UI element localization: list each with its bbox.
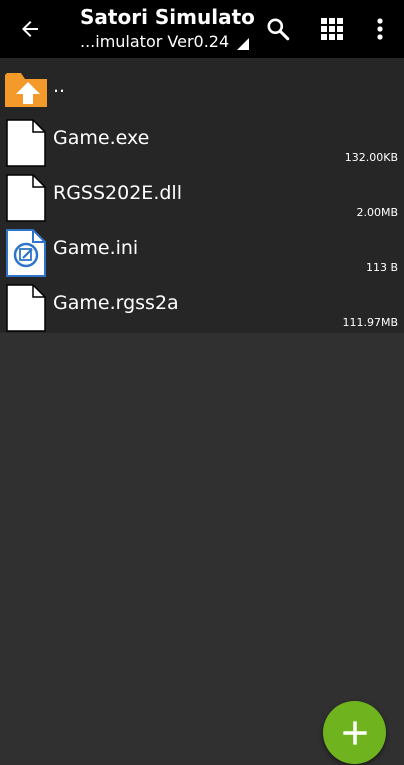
more-vertical-icon xyxy=(377,18,383,40)
folder-up-icon xyxy=(5,73,47,107)
title-block[interactable]: Satori Simulato... ...imulator Ver0.24 xyxy=(80,5,255,52)
view-mode-button[interactable] xyxy=(312,9,352,49)
file-row-parent[interactable]: .. xyxy=(0,58,404,113)
file-icon xyxy=(6,174,46,222)
plus-icon xyxy=(342,720,367,745)
file-list: .. Game.exe 132.00KB RGSS202E.dll 2.00MB… xyxy=(0,58,404,333)
file-row[interactable]: Game.ini 113 B xyxy=(0,223,404,278)
dropdown-triangle-icon xyxy=(237,38,250,50)
back-button[interactable] xyxy=(10,9,50,49)
file-row[interactable]: RGSS202E.dll 2.00MB xyxy=(0,168,404,223)
path-dropdown[interactable]: ...imulator Ver0.24 xyxy=(80,32,255,52)
more-options-button[interactable] xyxy=(360,9,400,49)
app-bar: Satori Simulato... ...imulator Ver0.24 xyxy=(0,0,404,58)
app-title: Satori Simulato... xyxy=(80,5,255,29)
search-button[interactable] xyxy=(258,9,298,49)
file-name: RGSS202E.dll xyxy=(53,182,182,204)
grid-icon xyxy=(321,18,343,40)
path-subtitle: ...imulator Ver0.24 xyxy=(80,32,230,51)
file-name: Game.ini xyxy=(53,237,139,259)
file-icon xyxy=(6,284,46,332)
file-name: Game.exe xyxy=(53,127,150,149)
ini-settings-file-icon xyxy=(6,229,46,277)
file-size: 2.00MB xyxy=(356,206,398,219)
search-icon xyxy=(267,18,290,41)
arrow-left-icon xyxy=(22,21,38,37)
add-fab-button[interactable] xyxy=(323,701,386,764)
file-size: 113 B xyxy=(365,261,398,274)
file-row[interactable]: Game.exe 132.00KB xyxy=(0,113,404,168)
file-row[interactable]: Game.rgss2a 111.97MB xyxy=(0,278,404,333)
file-icon xyxy=(6,119,46,167)
file-name: Game.rgss2a xyxy=(53,292,179,314)
file-size: 132.00KB xyxy=(344,151,398,164)
file-name: .. xyxy=(53,75,66,97)
file-size: 111.97MB xyxy=(342,316,398,329)
